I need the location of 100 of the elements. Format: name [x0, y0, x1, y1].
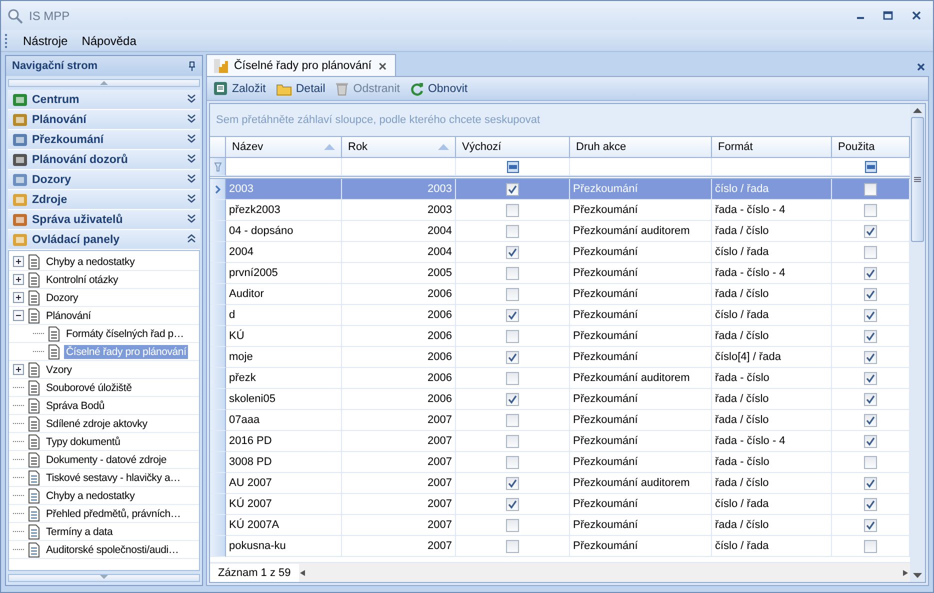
expand-icon[interactable]: [187, 94, 196, 102]
menu-item[interactable]: Nápověda: [76, 32, 142, 50]
toolbar-button[interactable]: Detail: [274, 82, 328, 96]
tree-item[interactable]: Dokumenty - datové zdroje: [44, 452, 168, 466]
checkbox[interactable]: [864, 372, 877, 384]
accordion-group[interactable]: Plánování: [8, 110, 200, 130]
checkbox[interactable]: [864, 288, 877, 300]
tree-item[interactable]: Kontrolní otázky: [44, 272, 120, 286]
accordion-group[interactable]: Dozory: [8, 170, 200, 190]
tree-item[interactable]: Termíny a data: [44, 524, 115, 538]
accordion-group[interactable]: Správa uživatelů: [8, 210, 200, 230]
checkbox[interactable]: [864, 330, 877, 342]
checkbox[interactable]: [864, 224, 877, 238]
accordion-group[interactable]: Přezkoumání: [8, 130, 200, 150]
table-row[interactable]: přezk2003 2003 Přezkoumání řada - číslo - 4: [210, 200, 910, 221]
menu-item[interactable]: Nástroje: [18, 32, 73, 50]
expand-icon[interactable]: [187, 174, 196, 182]
maximize-icon[interactable]: [883, 11, 893, 20]
expand-icon[interactable]: [187, 194, 196, 202]
table-row[interactable]: pokusna-ku 2007 Přezkoumání číslo / řada: [210, 536, 910, 557]
filter-cell[interactable]: [226, 158, 342, 176]
checkbox[interactable]: [864, 182, 877, 196]
checkbox[interactable]: [506, 266, 519, 280]
checkbox[interactable]: [864, 518, 877, 532]
checkbox[interactable]: [864, 266, 877, 280]
checkbox[interactable]: [864, 350, 877, 364]
checkbox[interactable]: [864, 540, 877, 552]
accordion-group[interactable]: Plánování dozorů: [8, 150, 200, 170]
toolbar-button[interactable]: Založit: [211, 81, 268, 96]
checkbox[interactable]: [864, 246, 877, 258]
expand-icon[interactable]: [187, 134, 196, 142]
table-row[interactable]: KÚ 2006 Přezkoumání řada / číslo: [210, 326, 910, 347]
checkbox[interactable]: [506, 224, 519, 238]
tree-item[interactable]: Souborové úložiště: [44, 380, 134, 394]
table-row[interactable]: KÚ 2007A 2007 Přezkoumání řada / číslo: [210, 515, 910, 536]
filter-checkbox[interactable]: [864, 160, 876, 172]
pin-icon[interactable]: [188, 61, 196, 71]
filter-cell[interactable]: [712, 158, 832, 176]
checkbox[interactable]: [506, 498, 519, 510]
vertical-scrollbar[interactable]: [910, 104, 925, 582]
checkbox[interactable]: [506, 330, 519, 342]
table-row[interactable]: 3008 PD 2007 Přezkoumání řada - číslo: [210, 452, 910, 473]
expand-icon[interactable]: [187, 154, 196, 162]
column-header[interactable]: Výchozí: [456, 137, 570, 157]
checkbox[interactable]: [506, 182, 519, 196]
tree-item[interactable]: Plánování: [44, 308, 93, 322]
tree-item[interactable]: Chyby a nedostatky: [44, 488, 137, 502]
tree-item[interactable]: Formáty číselných řad p…: [64, 326, 186, 340]
checkbox[interactable]: [864, 308, 877, 322]
tab-close-button[interactable]: ×: [376, 58, 389, 74]
expand-toggle[interactable]: [13, 256, 24, 267]
expand-toggle[interactable]: [13, 364, 24, 375]
checkbox[interactable]: [864, 434, 877, 448]
checkbox[interactable]: [506, 518, 519, 532]
table-row[interactable]: moje 2006 Přezkoumání číslo[4] / řada: [210, 347, 910, 368]
scroll-thumb[interactable]: [911, 117, 924, 242]
table-row[interactable]: 2016 PD 2007 Přezkoumání řada - číslo - 4: [210, 431, 910, 452]
column-header[interactable]: Druh akce: [570, 137, 712, 157]
collapse-toggle[interactable]: [13, 310, 24, 321]
table-row[interactable]: skoleni05 2006 Přezkoumání řada / číslo: [210, 389, 910, 410]
checkbox[interactable]: [864, 476, 877, 490]
checkbox[interactable]: [864, 204, 877, 216]
checkbox[interactable]: [506, 476, 519, 490]
checkbox[interactable]: [506, 540, 519, 552]
checkbox[interactable]: [506, 204, 519, 216]
checkbox[interactable]: [506, 392, 519, 406]
tree-item[interactable]: Dozory: [44, 290, 80, 304]
checkbox[interactable]: [506, 456, 519, 468]
tree-item[interactable]: Typy dokumentů: [44, 434, 122, 448]
column-header[interactable]: Rok: [342, 137, 456, 157]
scroll-left-icon[interactable]: [298, 570, 308, 576]
filter-cell[interactable]: [570, 158, 712, 176]
checkbox[interactable]: [506, 372, 519, 384]
scroll-up-icon[interactable]: [913, 107, 922, 113]
tree-item[interactable]: Vzory: [44, 362, 74, 376]
table-row[interactable]: přezk 2006 Přezkoumání auditorem řada - číslo: [210, 368, 910, 389]
checkbox[interactable]: [864, 392, 877, 406]
close-icon[interactable]: [917, 62, 925, 70]
tree-item[interactable]: Auditorské společnosti/audi…: [44, 542, 181, 556]
table-row[interactable]: AU 2007 2007 Přezkoumání auditorem řada / číslo: [210, 473, 910, 494]
toolbar-button[interactable]: Obnovit: [408, 82, 470, 96]
expand-toggle[interactable]: [13, 274, 24, 285]
scroll-down-icon[interactable]: [913, 573, 922, 579]
table-row[interactable]: KÚ 2007 2007 Přezkoumání číslo / řada: [210, 494, 910, 515]
checkbox[interactable]: [506, 350, 519, 364]
checkbox[interactable]: [506, 434, 519, 448]
checkbox[interactable]: [506, 288, 519, 300]
filter-checkbox[interactable]: [506, 160, 518, 172]
expand-icon[interactable]: [187, 114, 196, 122]
checkbox[interactable]: [864, 498, 877, 510]
checkbox[interactable]: [864, 456, 877, 468]
table-row[interactable]: 2004 2004 Přezkoumání číslo / řada: [210, 242, 910, 263]
tree-item[interactable]: Přehled předmětů, právních…: [44, 506, 183, 520]
tree-item[interactable]: Chyby a nedostatky: [44, 254, 137, 268]
checkbox[interactable]: [506, 308, 519, 322]
tree-item[interactable]: Tiskové sestavy - hlavičky a…: [44, 470, 182, 484]
checkbox[interactable]: [506, 414, 519, 426]
tree-item[interactable]: Správa Bodů: [44, 398, 107, 412]
table-row[interactable]: d 2006 Přezkoumání číslo / řada: [210, 305, 910, 326]
column-header[interactable]: Název: [226, 137, 342, 157]
